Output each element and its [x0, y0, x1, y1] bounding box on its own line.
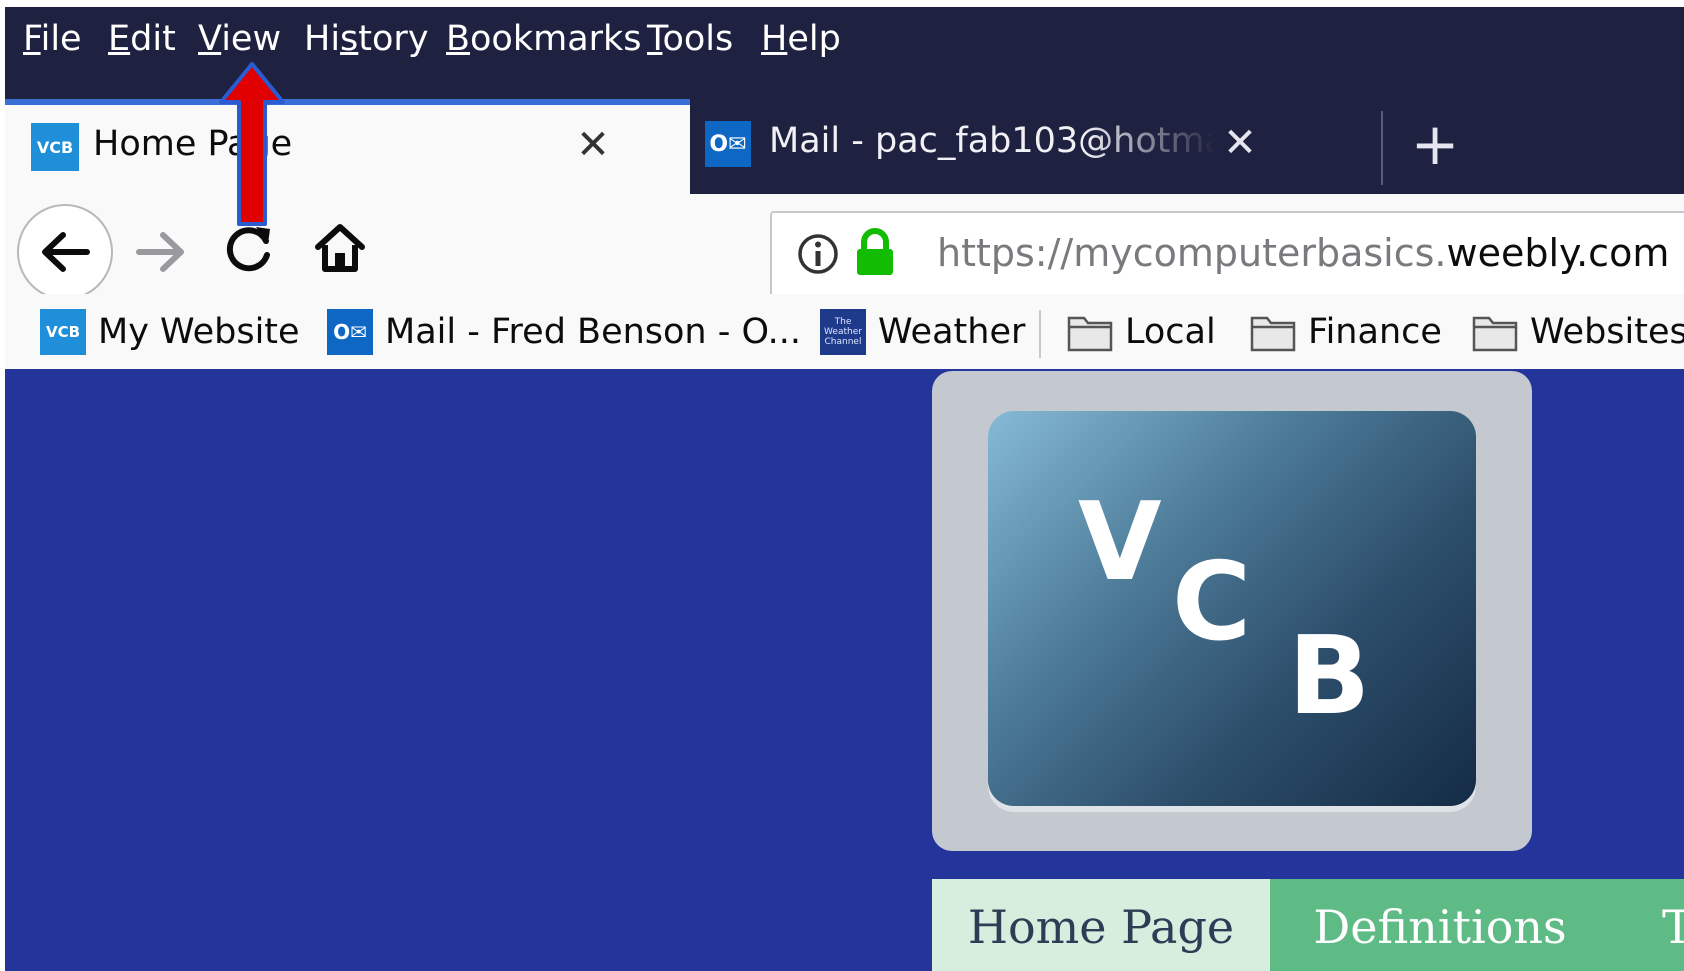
- weather-channel-icon: The Weather Channel: [820, 309, 866, 355]
- bookmark-mail[interactable]: O✉ Mail - Fred Benson - O...: [327, 309, 802, 355]
- menu-history[interactable]: History: [304, 17, 429, 61]
- tab-home-page[interactable]: VCB Home Page ✕: [5, 99, 690, 194]
- site-nav-home-page[interactable]: Home Page: [932, 879, 1270, 971]
- outlook-icon: O✉: [705, 121, 751, 167]
- close-tab-icon[interactable]: ✕: [573, 125, 613, 165]
- menu-view-label: iew: [221, 19, 282, 59]
- menu-tools-label: ools: [662, 19, 734, 59]
- bookmark-label: Finance: [1308, 312, 1442, 352]
- back-arrow-icon: [42, 232, 90, 272]
- url-bar[interactable]: https://mycomputerbasics.weebly.com: [770, 211, 1684, 299]
- menu-file-label: ile: [40, 19, 82, 59]
- menu-help-label: elp: [787, 19, 841, 59]
- vcb-favicon-icon: VCB: [31, 123, 79, 171]
- forward-arrow-icon: [136, 232, 184, 272]
- menu-edit-label: dit: [130, 19, 176, 59]
- logo-letter-c: C: [1172, 540, 1252, 665]
- bookmark-label: Local: [1125, 312, 1216, 352]
- bookmark-my-website[interactable]: VCB My Website: [40, 309, 300, 355]
- logo-letter-v: V: [1078, 480, 1162, 605]
- close-tab-icon[interactable]: ✕: [1220, 123, 1260, 163]
- menu-tools[interactable]: Tools: [647, 17, 733, 61]
- red-arrow-annotation-icon: [219, 62, 285, 226]
- bookmarks-toolbar: VCB My Website O✉ Mail - Fred Benson - O…: [5, 294, 1684, 369]
- menu-edit[interactable]: Edit: [108, 17, 176, 61]
- site-nav-definitions[interactable]: Definitions: [1270, 879, 1610, 971]
- menu-help[interactable]: Help: [761, 17, 841, 61]
- folder-icon: [1250, 309, 1296, 355]
- url-text[interactable]: https://mycomputerbasics.weebly.com: [937, 231, 1669, 275]
- url-prefix: https://mycomputerbasics.: [937, 231, 1447, 275]
- tab-title-fade: [1085, 121, 1215, 171]
- folder-icon: [1472, 309, 1518, 355]
- lock-icon[interactable]: [854, 228, 896, 280]
- new-tab-icon[interactable]: +: [1405, 114, 1465, 174]
- menu-view[interactable]: View: [198, 17, 281, 61]
- site-nav-partial-item[interactable]: T: [1610, 879, 1684, 971]
- tab-title: Home Page: [93, 124, 293, 164]
- menu-file[interactable]: File: [23, 17, 82, 61]
- reload-icon: [226, 227, 270, 272]
- menu-history-label: History: [304, 19, 429, 59]
- bookmark-folder-finance[interactable]: Finance: [1250, 310, 1442, 354]
- site-info-icon[interactable]: [796, 232, 840, 280]
- site-logo[interactable]: V C B: [932, 371, 1532, 851]
- site-navigation: Home Page Definitions T: [932, 879, 1684, 971]
- bookmark-label: Mail - Fred Benson - O...: [385, 312, 802, 352]
- tab-mail[interactable]: O✉ Mail - pac_fab103@hotmail.com ✕: [705, 99, 1385, 194]
- logo-letter-b: B: [1288, 614, 1371, 739]
- web-page-content: V C B Home Page Definitions T: [5, 369, 1684, 971]
- browser-window: File Edit View History Bookmarks Tools H…: [5, 7, 1684, 971]
- folder-icon: [1067, 309, 1113, 355]
- menu-bookmarks-label: ookmarks: [470, 19, 642, 59]
- logo-key: V C B: [988, 411, 1476, 806]
- forward-button[interactable]: [131, 222, 191, 282]
- bookmark-label: My Website: [98, 312, 300, 352]
- bookmark-label: Websites: [1530, 312, 1684, 352]
- bookmark-weather[interactable]: The Weather Channel Weather: [820, 309, 1026, 355]
- url-domain: weebly.com: [1446, 231, 1670, 275]
- menu-bookmarks[interactable]: Bookmarks: [446, 17, 642, 61]
- bookmark-folder-websites[interactable]: Websites: [1472, 310, 1684, 354]
- bookmark-label: Weather: [878, 312, 1026, 352]
- home-icon: [315, 224, 365, 272]
- bookmark-folder-local[interactable]: Local: [1067, 310, 1216, 354]
- outlook-icon: O✉: [327, 309, 373, 355]
- bookmarks-separator: [1039, 310, 1041, 358]
- tab-separator: [1381, 111, 1383, 185]
- back-button[interactable]: [17, 204, 113, 300]
- home-button[interactable]: [310, 218, 370, 278]
- vcb-icon: VCB: [40, 309, 86, 355]
